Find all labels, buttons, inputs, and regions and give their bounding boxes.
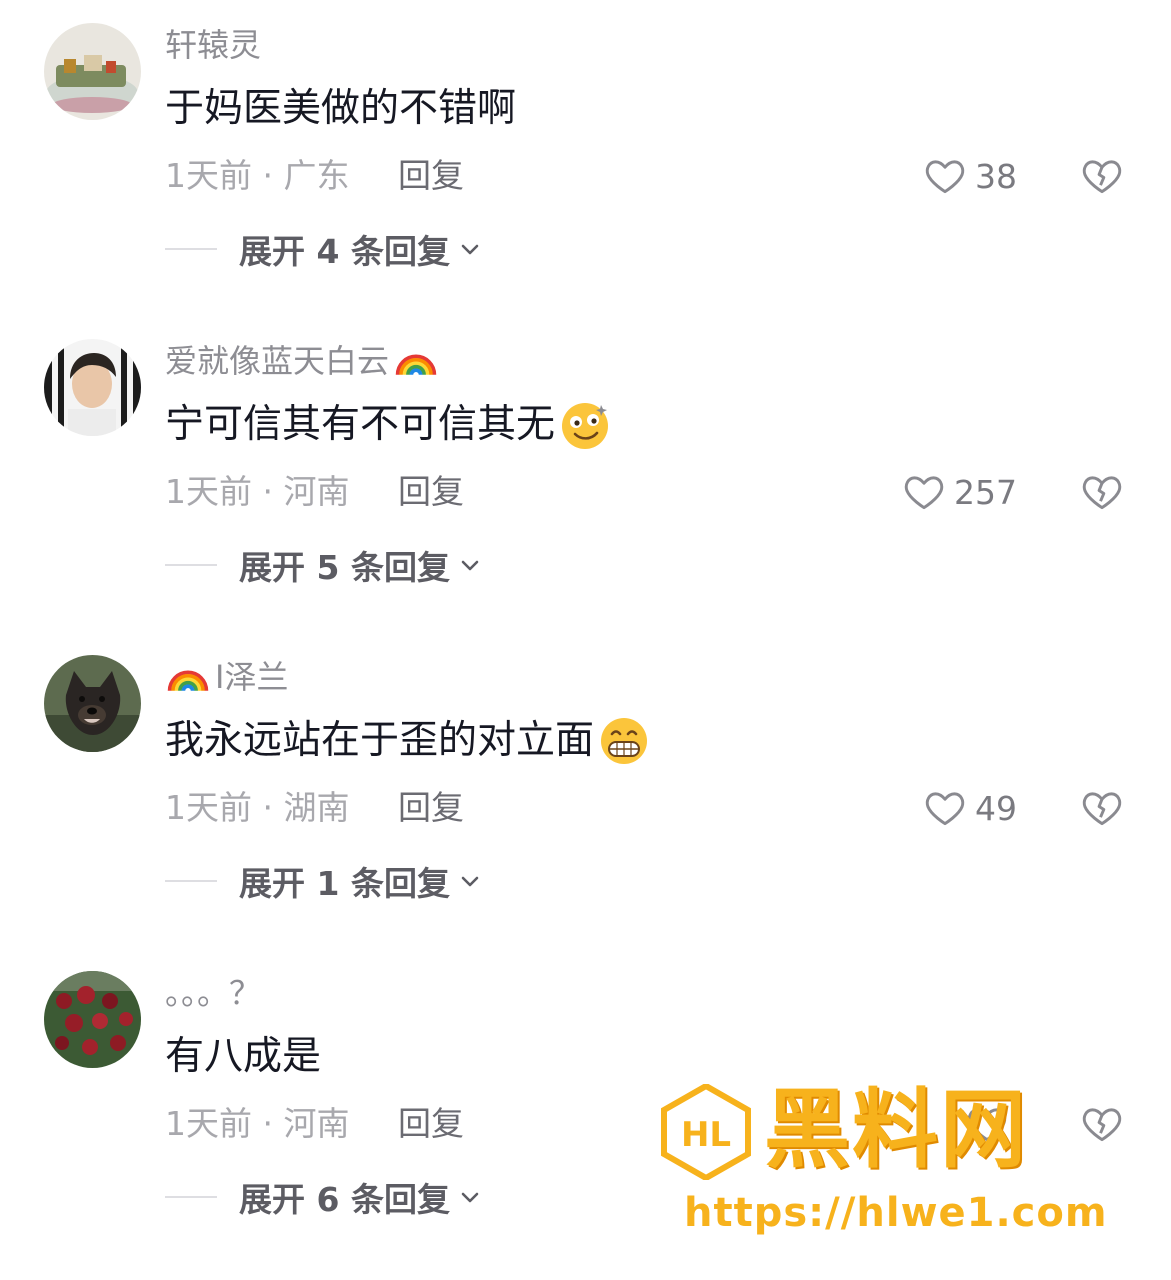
- reply-button[interactable]: 回复: [398, 785, 464, 831]
- chevron-down-icon: [461, 876, 479, 887]
- expand-replies-button[interactable]: 展开 6 条回复: [165, 1174, 482, 1220]
- reply-button[interactable]: 回复: [398, 153, 464, 199]
- broken-heart-icon[interactable]: [1080, 470, 1124, 514]
- heart-icon: [925, 160, 965, 194]
- like-count: 257: [954, 472, 1017, 512]
- avatar[interactable]: [44, 655, 141, 752]
- comment-text-body: 有八成是: [165, 1034, 322, 1079]
- divider-line: [165, 564, 217, 566]
- comment-text: 于妈医美做的不错啊: [165, 80, 516, 138]
- broken-heart-icon[interactable]: [1080, 154, 1124, 198]
- roses-avatar: [44, 971, 141, 1068]
- rainbow-emoji: [393, 338, 439, 384]
- expand-replies-label: 展开 1 条回复: [239, 864, 450, 903]
- like-button[interactable]: 49: [923, 784, 1017, 832]
- like-button[interactable]: 257: [902, 468, 1017, 516]
- chevron-down-icon: [461, 560, 479, 571]
- divider-line: [165, 248, 217, 250]
- comment-item: I泽兰 我永远站在于歪的对立面 1天前 · 湖南 回复 49 展开 1 条回复: [0, 632, 1171, 948]
- chevron-down-icon: [461, 1192, 479, 1203]
- comment-item: 。。。？ 有八成是 1天前 · 河南 回复 展开 6 条回复: [0, 948, 1171, 1264]
- rainbow-emoji: [165, 654, 211, 700]
- username-text[interactable]: 。。。？: [165, 970, 261, 1016]
- expand-replies-button[interactable]: 展开 4 条回复: [165, 226, 482, 272]
- like-button[interactable]: [965, 1100, 1017, 1148]
- username[interactable]: 爱就像蓝天白云: [165, 338, 443, 384]
- expand-replies-button[interactable]: 展开 1 条回复: [165, 858, 482, 904]
- dizzy-smile-emoji: [559, 399, 611, 451]
- username-text[interactable]: 轩辕灵: [165, 22, 261, 68]
- heart-icon: [967, 1108, 1007, 1142]
- young-man-avatar: [44, 339, 141, 436]
- avatar[interactable]: [44, 23, 141, 120]
- landscape-painting-avatar: [44, 23, 141, 120]
- username-text[interactable]: 爱就像蓝天白云: [165, 338, 389, 384]
- expand-replies-label: 展开 4 条回复: [239, 232, 450, 271]
- like-count: 38: [975, 156, 1017, 196]
- expand-replies-label: 展开 6 条回复: [239, 1180, 450, 1219]
- heart-icon: [925, 792, 965, 826]
- like-button[interactable]: 38: [923, 152, 1017, 200]
- comment-item: 轩辕灵 于妈医美做的不错啊 1天前 · 广东 回复 38 展开 4 条回复: [0, 0, 1171, 316]
- broken-heart-icon[interactable]: [1080, 786, 1124, 830]
- username[interactable]: 。。。？: [165, 970, 261, 1016]
- time-location: 1天前 · 广东: [165, 156, 350, 195]
- reply-button[interactable]: 回复: [398, 469, 464, 515]
- like-count: 49: [975, 788, 1017, 828]
- comment-text: 宁可信其有不可信其无: [165, 396, 611, 454]
- divider-line: [165, 880, 217, 882]
- heart-icon: [904, 476, 944, 510]
- comment-text-body: 于妈医美做的不错啊: [165, 86, 517, 131]
- comment-text: 我永远站在于歪的对立面: [165, 712, 650, 770]
- username[interactable]: I泽兰: [165, 654, 288, 700]
- time-location: 1天前 · 河南: [165, 472, 350, 511]
- dog-avatar: [44, 655, 141, 752]
- divider-line: [165, 1196, 217, 1198]
- time-location: 1天前 · 湖南: [165, 788, 350, 827]
- avatar[interactable]: [44, 339, 141, 436]
- grin-emoji: [598, 715, 650, 767]
- expand-replies-button[interactable]: 展开 5 条回复: [165, 542, 482, 588]
- chevron-down-icon: [461, 244, 479, 255]
- comment-item: 爱就像蓝天白云 宁可信其有不可信其无 1天前 · 河南 回复 257 展开 5 …: [0, 316, 1171, 632]
- reply-button[interactable]: 回复: [398, 1101, 464, 1147]
- username[interactable]: 轩辕灵: [165, 22, 261, 68]
- comment-text: 有八成是: [165, 1028, 321, 1086]
- comment-text-body: 我永远站在于歪的对立面: [165, 718, 595, 763]
- comment-text-body: 宁可信其有不可信其无: [165, 402, 556, 447]
- broken-heart-icon[interactable]: [1080, 1102, 1124, 1146]
- avatar[interactable]: [44, 971, 141, 1068]
- username-text[interactable]: I泽兰: [215, 654, 288, 700]
- expand-replies-label: 展开 5 条回复: [239, 548, 450, 587]
- time-location: 1天前 · 河南: [165, 1104, 350, 1143]
